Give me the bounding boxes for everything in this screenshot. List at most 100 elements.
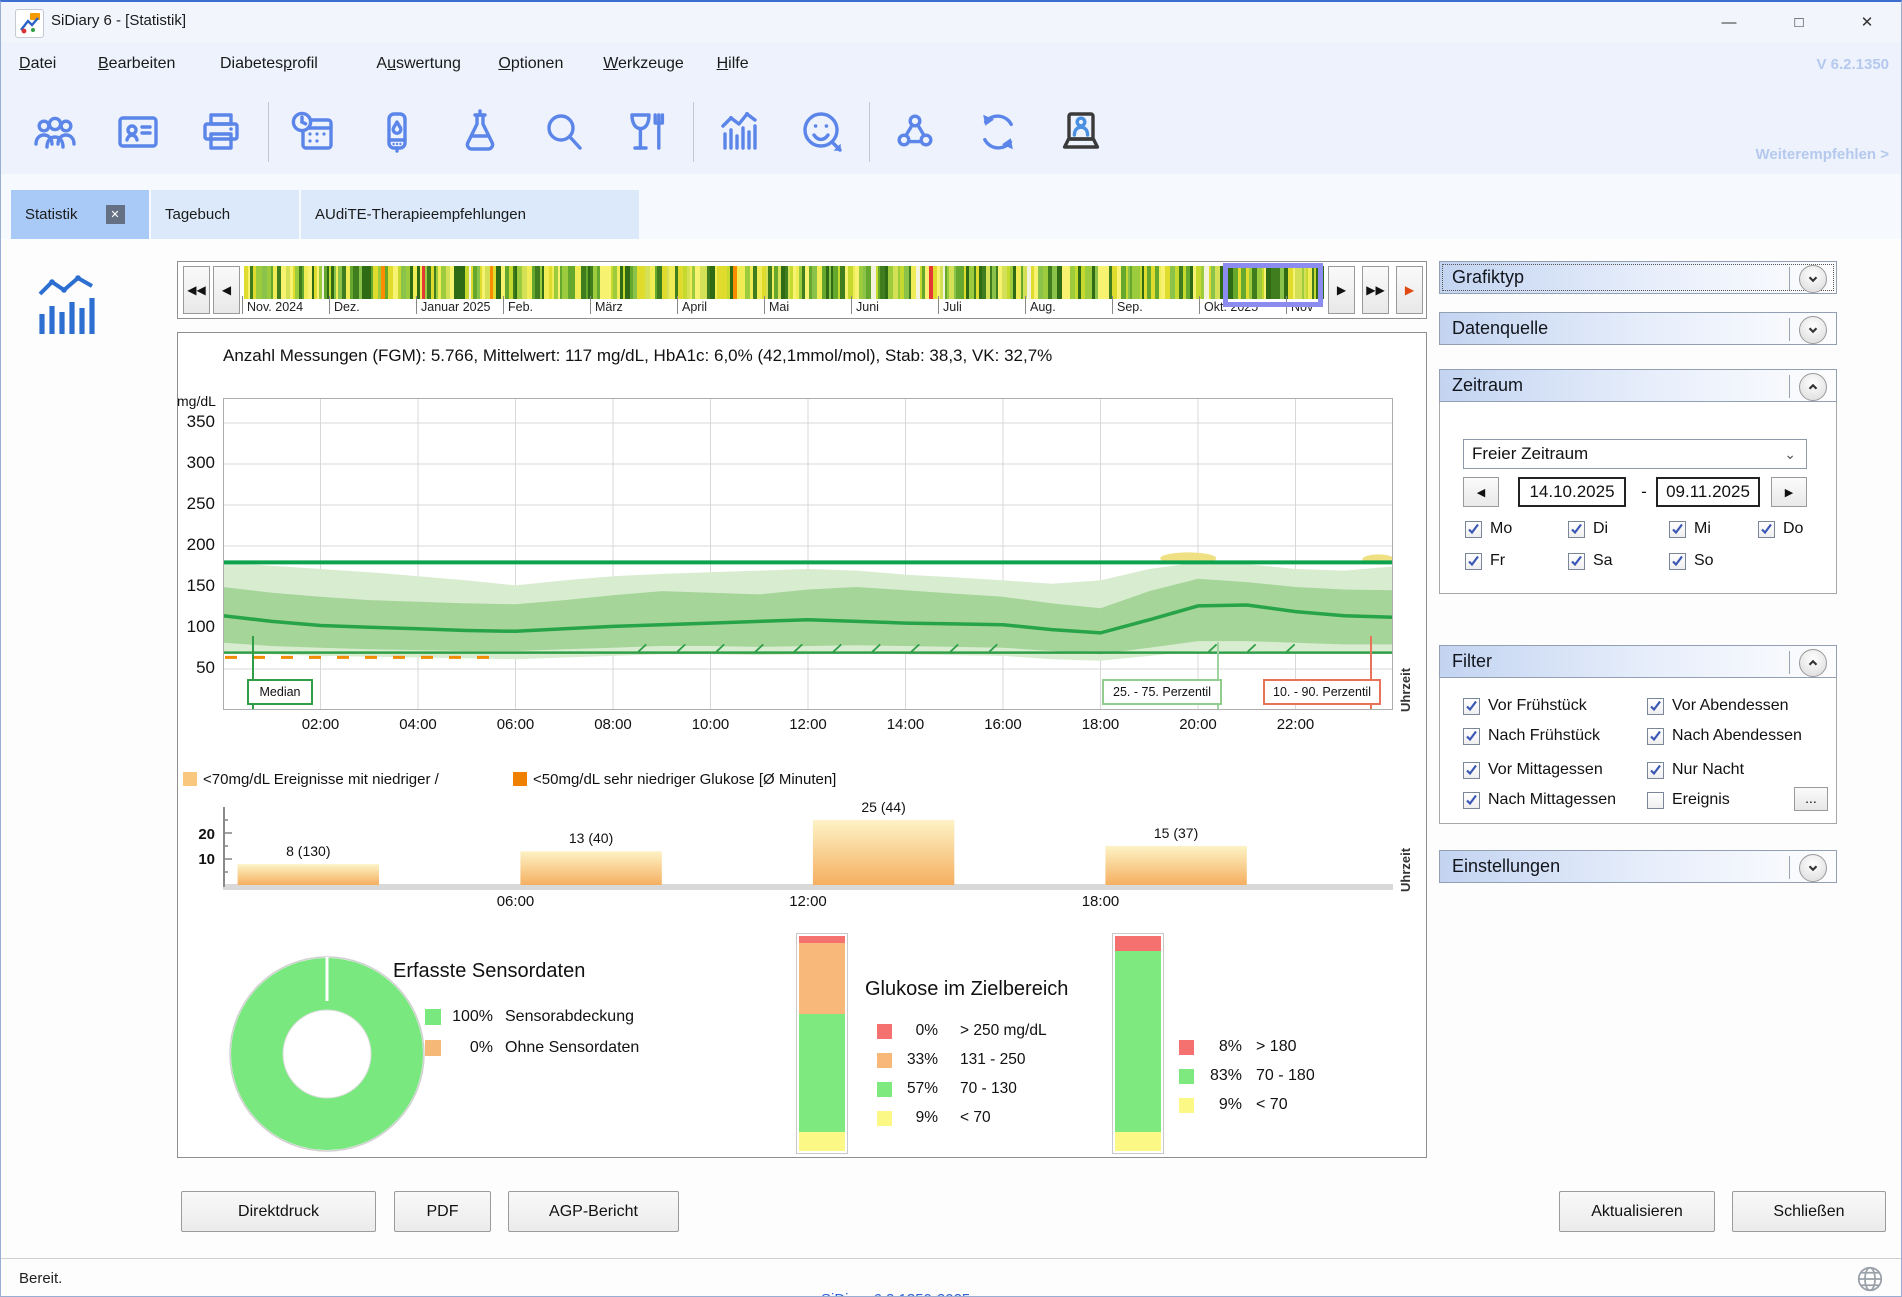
menu-item-datei[interactable]: Datei	[19, 55, 56, 73]
checkbox-fr[interactable]: Fr	[1465, 552, 1505, 570]
telemedicine-icon[interactable]	[1057, 108, 1105, 156]
tab-label: AUdiTE-Therapieempfehlungen	[315, 206, 526, 223]
timeline-heatmap-strip[interactable]	[244, 266, 1324, 299]
globe-icon[interactable]	[1855, 1264, 1885, 1294]
checkbox-box[interactable]	[1669, 521, 1686, 538]
meter-device-icon[interactable]	[373, 108, 421, 156]
zeitraum-type-select[interactable]: Freier Zeitraum⌄	[1463, 439, 1807, 469]
checkbox-box[interactable]	[1568, 553, 1585, 570]
date-forward-button[interactable]: ▶	[1771, 477, 1807, 507]
menu-item-diabetesprofil[interactable]: Diabetesprofil	[220, 55, 318, 73]
menu-item-hilfe[interactable]: Hilfe	[717, 55, 749, 73]
checkbox-sa[interactable]: Sa	[1568, 552, 1613, 570]
print-icon[interactable]	[197, 108, 245, 156]
logbook-icon[interactable]	[290, 108, 338, 156]
window-title: SiDiary 6 - [Statistik]	[51, 12, 186, 29]
promote-link[interactable]: Weiterempfehlen >	[1755, 146, 1889, 163]
checkbox-mo[interactable]: Mo	[1465, 520, 1512, 538]
checkbox-box[interactable]	[1465, 521, 1482, 538]
date-to-field[interactable]: 09.11.2025	[1656, 477, 1760, 507]
aktualisieren-button[interactable]: Aktualisieren	[1559, 1191, 1715, 1232]
wellbeing-icon[interactable]	[798, 108, 846, 156]
checkbox-box[interactable]	[1463, 728, 1480, 745]
nutrition-icon[interactable]	[622, 108, 670, 156]
checkbox-box[interactable]	[1465, 553, 1482, 570]
chevron-down-icon[interactable]	[1799, 316, 1827, 344]
chevron-up-icon[interactable]	[1799, 373, 1827, 401]
lab-icon[interactable]	[456, 108, 504, 156]
checkbox-label: Sa	[1593, 552, 1613, 570]
timeline-today-button[interactable]: ▶	[1396, 266, 1423, 314]
minimize-icon[interactable]: —	[1707, 2, 1751, 42]
checkbox-box[interactable]	[1463, 762, 1480, 779]
panel-header-grafiktyp[interactable]: Grafiktyp	[1439, 261, 1837, 294]
legend-label: Sensorabdeckung	[505, 1008, 634, 1026]
profile-card-icon[interactable]	[114, 108, 162, 156]
checkbox-box[interactable]	[1463, 792, 1480, 809]
maximize-icon[interactable]: □	[1777, 2, 1821, 42]
menu-item-auswertung[interactable]: Auswertung	[376, 55, 461, 73]
share-icon[interactable]	[891, 108, 939, 156]
pdf-button[interactable]: PDF	[394, 1191, 491, 1232]
close-icon[interactable]: ✕	[1845, 2, 1889, 42]
checkbox-box[interactable]	[1647, 792, 1664, 809]
search-icon[interactable]	[539, 108, 587, 156]
checkbox-box[interactable]	[1568, 521, 1585, 538]
statistics-icon[interactable]	[715, 108, 763, 156]
checkbox-vor-mittagessen[interactable]: Vor Mittagessen	[1463, 761, 1603, 779]
date-from-field[interactable]: 14.10.2025	[1518, 477, 1626, 507]
timeline-first-button[interactable]: ◀◀	[183, 266, 210, 314]
panel-header-einstellungen[interactable]: Einstellungen	[1439, 850, 1837, 883]
schliessen-button[interactable]: Schließen	[1732, 1191, 1886, 1232]
checkbox-box[interactable]	[1463, 698, 1480, 715]
checkbox-di[interactable]: Di	[1568, 520, 1608, 538]
checkbox-box[interactable]	[1669, 553, 1686, 570]
timeline-prev-button[interactable]: ◀	[213, 266, 240, 314]
checkbox-label: Vor Abendessen	[1672, 697, 1789, 715]
checkbox-mi[interactable]: Mi	[1669, 520, 1711, 538]
checkbox-box[interactable]	[1647, 762, 1664, 779]
timeline-last-button[interactable]: ▶▶	[1362, 266, 1389, 314]
timeline-next-button[interactable]: ▶	[1328, 266, 1355, 314]
version-label: V 6.2.1350	[1816, 56, 1889, 73]
timeline-month-märz: März	[595, 300, 623, 314]
legend-label: 131 - 250	[960, 1051, 1026, 1069]
legend-swatch	[877, 1111, 892, 1126]
menu-item-bearbeiten[interactable]: Bearbeiten	[98, 55, 175, 73]
tab-audite-therapieempfehlungen[interactable]: AUdiTE-Therapieempfehlungen	[301, 190, 639, 239]
event-filter-more-button[interactable]: ...	[1794, 787, 1828, 811]
checkbox-nach-mittagessen[interactable]: Nach Mittagessen	[1463, 791, 1616, 809]
panel-header-filter[interactable]: Filter	[1439, 645, 1837, 678]
legend-pct: 8%	[1194, 1038, 1242, 1056]
checkbox-vor-abendessen[interactable]: Vor Abendessen	[1647, 697, 1789, 715]
checkbox-nach-frühstück[interactable]: Nach Frühstück	[1463, 727, 1600, 745]
checkbox-vor-frühstück[interactable]: Vor Frühstück	[1463, 697, 1587, 715]
timeline-selection[interactable]	[1223, 263, 1323, 307]
tab-statistik[interactable]: Statistik✕	[11, 190, 149, 239]
tab-tagebuch[interactable]: Tagebuch	[151, 190, 299, 239]
patients-icon[interactable]	[31, 108, 79, 156]
tab-close-icon[interactable]: ✕	[106, 205, 125, 224]
bar-ytick-10: 10	[187, 851, 215, 868]
checkbox-box[interactable]	[1647, 698, 1664, 715]
sync-icon[interactable]	[974, 108, 1022, 156]
checkbox-nur-nacht[interactable]: Nur Nacht	[1647, 761, 1744, 779]
checkbox-box[interactable]	[1647, 728, 1664, 745]
checkbox-so[interactable]: So	[1669, 552, 1714, 570]
target-legend-row: 57%70 - 130	[877, 1080, 1017, 1098]
menu-item-optionen[interactable]: Optionen	[498, 55, 563, 73]
checkbox-ereignis[interactable]: Ereignis	[1647, 791, 1730, 809]
panel-header-datenquelle[interactable]: Datenquelle	[1439, 312, 1837, 345]
chevron-down-icon[interactable]	[1799, 265, 1827, 293]
panel-header-zeitraum[interactable]: Zeitraum	[1439, 369, 1837, 402]
agp-bericht-button[interactable]: AGP-Bericht	[508, 1191, 679, 1232]
menu-item-werkzeuge[interactable]: Werkzeuge	[603, 55, 684, 73]
direktdruck-button[interactable]: Direktdruck	[181, 1191, 376, 1232]
chevron-down-icon[interactable]	[1799, 854, 1827, 882]
checkbox-label: Nur Nacht	[1672, 761, 1744, 779]
checkbox-nach-abendessen[interactable]: Nach Abendessen	[1647, 727, 1802, 745]
chevron-up-icon[interactable]	[1799, 649, 1827, 677]
checkbox-box[interactable]	[1758, 521, 1775, 538]
date-back-button[interactable]: ◀	[1463, 477, 1499, 507]
checkbox-do[interactable]: Do	[1758, 520, 1803, 538]
